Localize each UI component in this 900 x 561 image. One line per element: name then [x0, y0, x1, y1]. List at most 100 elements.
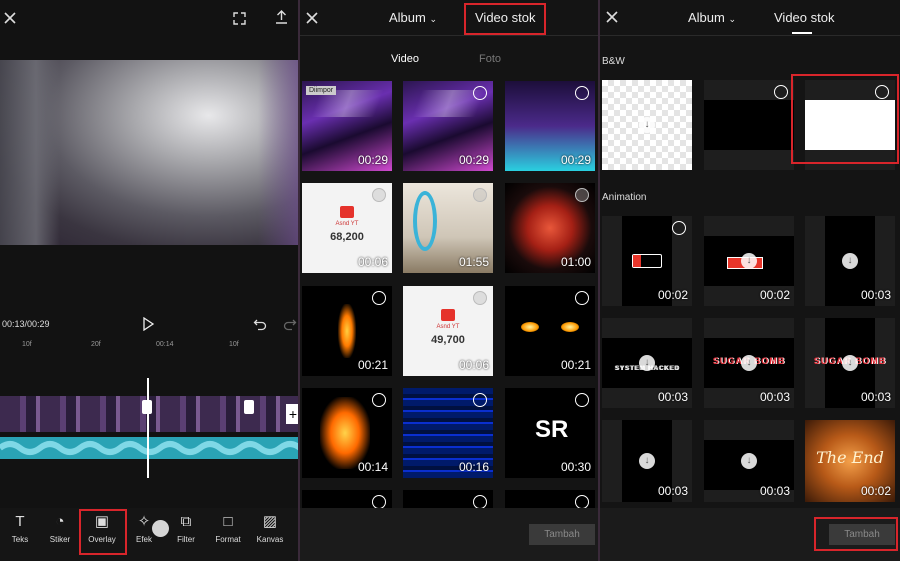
tool-sticker[interactable]: ◔ Stiker	[40, 512, 80, 554]
imported-tag: Diimpor	[306, 86, 337, 95]
select-circle[interactable]	[473, 495, 487, 508]
download-icon[interactable]: ↓	[741, 355, 757, 371]
video-preview[interactable]	[0, 60, 298, 245]
tab-album[interactable]: Album ⌄	[688, 10, 736, 25]
editor-panel: 00:13/00:29 10f 20f 00:14 10f + T Teks ◔…	[0, 0, 298, 561]
format-icon: □	[223, 513, 233, 530]
add-button[interactable]: Tambah	[529, 524, 595, 545]
stock-picker-panel: Album ⌄ Video stok Video Foto Diimpor 00…	[300, 0, 598, 561]
tool-label: Stiker	[49, 535, 71, 544]
tool-label: Format	[215, 535, 241, 544]
duration-label: 00:02	[759, 288, 790, 302]
tool-label: Kanvas	[256, 535, 284, 544]
media-thumbnail[interactable]: 00:29	[505, 81, 595, 171]
media-thumbnail[interactable]	[505, 490, 595, 508]
duration-label: 00:21	[357, 358, 388, 372]
select-circle[interactable]	[473, 291, 487, 305]
duration-label: 00:29	[458, 153, 489, 167]
playhead[interactable]	[147, 378, 149, 478]
download-icon[interactable]: ↓	[741, 453, 757, 469]
select-circle[interactable]	[774, 85, 788, 99]
audio-waveform[interactable]	[0, 437, 298, 459]
close-icon[interactable]	[304, 10, 320, 26]
fullscreen-icon[interactable]	[231, 10, 247, 26]
subtab-video[interactable]: Video	[391, 53, 419, 65]
media-thumbnail[interactable]: ↓	[602, 80, 692, 170]
youtube-logo-icon	[441, 309, 455, 321]
select-circle[interactable]	[372, 188, 386, 202]
tool-filter[interactable]: ⧉ Filter	[166, 512, 206, 554]
redo-icon[interactable]	[283, 317, 297, 331]
media-thumbnail[interactable]: Asnd YT 68,200 00:06	[302, 183, 392, 273]
select-circle[interactable]	[473, 86, 487, 100]
active-tab-indicator	[792, 32, 812, 34]
media-thumbnail[interactable]: ↓ 00:03	[704, 420, 794, 502]
select-circle[interactable]	[575, 291, 589, 305]
playback-time: 00:13/00:29	[2, 319, 50, 329]
duration-label: 00:03	[860, 390, 891, 404]
download-icon[interactable]: ↓	[842, 355, 858, 371]
add-clip-icon[interactable]: +	[286, 404, 298, 424]
media-thumbnail[interactable]: 00:14	[302, 388, 392, 478]
overlay-text: SR	[535, 416, 569, 443]
media-thumbnail[interactable]: 00:29	[403, 81, 493, 171]
duration-label: 00:03	[657, 390, 688, 404]
subtab-photo[interactable]: Foto	[479, 53, 501, 65]
tool-text[interactable]: T Teks	[0, 512, 40, 554]
duration-label: 00:02	[860, 484, 891, 498]
close-icon[interactable]	[604, 9, 620, 25]
media-thumbnail[interactable]: ↓ 00:03	[602, 420, 692, 502]
media-thumbnail[interactable]: ↓ 00:03	[805, 216, 895, 306]
black-frame	[704, 100, 794, 150]
timeline-ruler: 10f 20f 00:14 10f	[0, 341, 298, 353]
media-thumbnail[interactable]: SUGAR BOMB ↓ 00:03	[805, 318, 895, 408]
close-icon[interactable]	[2, 10, 18, 26]
media-thumbnail[interactable]: 00:16	[403, 388, 493, 478]
clip-handle[interactable]	[244, 400, 254, 414]
download-icon[interactable]: ↓	[639, 355, 655, 371]
media-thumbnail[interactable]: SR 00:30	[505, 388, 595, 478]
media-thumbnail[interactable]: The End 00:02	[805, 420, 895, 502]
library-header: Album ⌄ Video stok	[600, 0, 900, 36]
download-icon[interactable]: ↓	[639, 117, 655, 133]
select-circle[interactable]	[672, 221, 686, 235]
download-icon[interactable]: ↓	[842, 253, 858, 269]
select-circle[interactable]	[473, 393, 487, 407]
chevron-down-icon: ⌄	[728, 14, 737, 24]
download-icon[interactable]: ↓	[741, 253, 757, 269]
section-bw: B&W	[602, 56, 625, 67]
media-thumbnail[interactable]	[403, 490, 493, 508]
media-thumbnail[interactable]	[704, 80, 794, 170]
media-thumbnail[interactable]: Asnd YT 49,700 00:06	[403, 286, 493, 376]
select-circle[interactable]	[372, 495, 386, 508]
select-circle[interactable]	[575, 188, 589, 202]
select-circle[interactable]	[575, 86, 589, 100]
filter-icon: ⧉	[180, 513, 192, 530]
tool-canvas[interactable]: ▨ Kanvas	[250, 512, 290, 554]
media-thumbnail[interactable]: 00:21	[302, 286, 392, 376]
play-icon[interactable]	[141, 316, 155, 332]
tool-format[interactable]: □ Format	[208, 512, 248, 554]
select-circle[interactable]	[473, 188, 487, 202]
highlight-box	[814, 517, 898, 551]
download-icon[interactable]: ↓	[639, 453, 655, 469]
highlight-box	[464, 3, 546, 35]
select-circle[interactable]	[575, 393, 589, 407]
media-thumbnail[interactable]	[302, 490, 392, 508]
media-thumbnail[interactable]: 00:02	[602, 216, 692, 306]
tab-album[interactable]: Album ⌄	[389, 10, 437, 25]
media-thumbnail[interactable]: SYSTEM HACKED ↓ 00:03	[602, 318, 692, 408]
media-thumbnail[interactable]: SUGAR BOMB ↓ 00:03	[704, 318, 794, 408]
media-thumbnail[interactable]: 01:00	[505, 183, 595, 273]
select-circle[interactable]	[575, 495, 589, 508]
media-thumbnail[interactable]: ↓ 00:02	[704, 216, 794, 306]
media-thumbnail[interactable]: 01:55	[403, 183, 493, 273]
tab-video-stock[interactable]: Video stok	[774, 10, 834, 25]
subscriber-count: 68,200	[330, 231, 364, 243]
export-icon[interactable]	[273, 9, 289, 25]
media-thumbnail[interactable]: 00:21	[505, 286, 595, 376]
undo-icon[interactable]	[253, 317, 267, 331]
select-circle[interactable]	[372, 291, 386, 305]
select-circle[interactable]	[372, 393, 386, 407]
media-thumbnail[interactable]: Diimpor 00:29	[302, 81, 392, 171]
